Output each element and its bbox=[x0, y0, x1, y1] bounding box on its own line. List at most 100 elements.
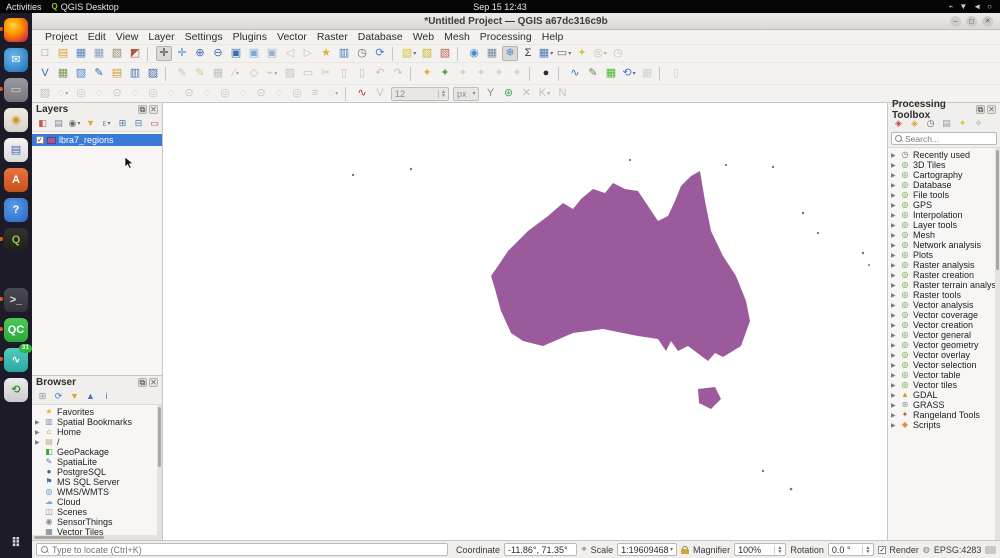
spinner-steppers[interactable]: ▲▼ bbox=[774, 546, 782, 554]
expand-arrow-icon[interactable]: ▶ bbox=[891, 162, 897, 169]
enable-advanced-digitizing[interactable]: ◌ bbox=[55, 86, 71, 101]
browser-item-wms[interactable]: ▶ ◎ WMS/WMTS bbox=[32, 487, 162, 497]
proc-vector-selection[interactable]: ▶ ◎ Vector selection bbox=[888, 360, 1000, 370]
float-panel-button[interactable]: ⧉ bbox=[138, 105, 147, 114]
rectangle-3points[interactable]: ◎ bbox=[217, 86, 233, 101]
expand-arrow-icon[interactable]: ▶ bbox=[891, 152, 897, 159]
focused-app-menu[interactable]: Q QGIS Desktop bbox=[52, 2, 119, 12]
expand-arrow-icon[interactable]: ▶ bbox=[891, 172, 897, 179]
clear-tool[interactable]: ✕ bbox=[518, 86, 534, 101]
processing-vertical-scrollbar[interactable] bbox=[995, 148, 1000, 540]
proc-plots[interactable]: ▶ ◎ Plots bbox=[888, 250, 1000, 260]
system-status-area[interactable]: ⌁▼◄○ bbox=[948, 2, 1000, 11]
scripts-tool[interactable]: ◈ bbox=[908, 118, 921, 130]
new-shapefile-layer[interactable]: ▨ bbox=[145, 66, 161, 81]
parallel-constraint[interactable]: ◌ bbox=[91, 86, 107, 101]
copy-features[interactable]: ▯ bbox=[336, 66, 352, 81]
proc-cartography[interactable]: ▶ ◎ Cartography bbox=[888, 170, 1000, 180]
refresh-browser[interactable]: ⟳ bbox=[52, 391, 65, 403]
add-selected-layers[interactable]: ⊞ bbox=[36, 391, 49, 403]
search-input[interactable] bbox=[905, 134, 985, 144]
layer-visibility-checkbox[interactable]: ✓ bbox=[36, 136, 44, 144]
current-edits[interactable]: ✎ bbox=[174, 66, 190, 81]
manage-map-themes[interactable]: ◉ bbox=[68, 118, 81, 130]
menu-item[interactable]: Plugins bbox=[228, 31, 272, 43]
firefox-launcher[interactable] bbox=[4, 18, 28, 42]
expand-arrow-icon[interactable]: ▶ bbox=[891, 282, 897, 289]
browser-item-home[interactable]: ▶ ⌂ Home bbox=[32, 427, 162, 437]
power-icon[interactable]: ○ bbox=[987, 2, 992, 11]
expand-arrow-icon[interactable]: ▶ bbox=[891, 202, 897, 209]
attribute-table-views[interactable]: ▦ bbox=[538, 46, 554, 61]
menu-item[interactable]: Processing bbox=[475, 31, 537, 43]
expand-arrow-icon[interactable]: ▶ bbox=[35, 439, 41, 446]
minimize-button[interactable]: – bbox=[950, 16, 961, 27]
menu-item[interactable]: Layer bbox=[143, 31, 179, 43]
zoom-last[interactable]: ◁ bbox=[282, 46, 298, 61]
scale-combo[interactable]: 1:19609468 ▾ bbox=[617, 543, 677, 556]
paste-features[interactable]: ▯ bbox=[354, 66, 370, 81]
browser-item-geopackage[interactable]: ▶ ◧ GeoPackage bbox=[32, 447, 162, 457]
zoom-out[interactable]: ⊖ bbox=[210, 46, 226, 61]
expand-arrow-icon[interactable]: ▶ bbox=[891, 402, 897, 409]
map-canvas[interactable] bbox=[163, 103, 887, 540]
menu-item[interactable]: Raster bbox=[312, 31, 353, 43]
expand-arrow-icon[interactable]: ▶ bbox=[891, 302, 897, 309]
close-panel-button[interactable]: ✕ bbox=[149, 378, 158, 387]
proc-vector-creation[interactable]: ▶ ◎ Vector creation bbox=[888, 320, 1000, 330]
text-format-tool[interactable]: V bbox=[372, 86, 388, 101]
show-editor[interactable]: ✎ bbox=[585, 66, 601, 81]
thunderbird-launcher[interactable]: ✉ bbox=[4, 48, 28, 72]
layer-labeling[interactable]: ✦ bbox=[419, 66, 435, 81]
menu-item[interactable]: Settings bbox=[180, 31, 228, 43]
regular-polygon[interactable]: ◌ bbox=[235, 86, 251, 101]
expand-arrow-icon[interactable]: ▶ bbox=[891, 252, 897, 259]
volume-icon[interactable]: ◄ bbox=[973, 2, 981, 11]
app-center-launcher[interactable]: A bbox=[4, 168, 28, 192]
messages-icon[interactable] bbox=[985, 546, 996, 554]
add-polygon-feature[interactable]: ◇ bbox=[246, 66, 262, 81]
collapse-all-browser[interactable]: ▲ bbox=[84, 391, 97, 403]
processing-search-box[interactable] bbox=[891, 132, 997, 145]
close-button[interactable]: ✕ bbox=[982, 16, 993, 27]
font-size-spinner[interactable]: 12 ▲▼ bbox=[391, 87, 449, 101]
qc-launcher[interactable]: QC bbox=[4, 318, 28, 342]
browser-item-spatialite[interactable]: ▶ ✎ SpatiaLite bbox=[32, 457, 162, 467]
menu-item[interactable]: Help bbox=[537, 31, 569, 43]
add-vector-layer[interactable]: V bbox=[37, 66, 53, 81]
files-launcher[interactable]: ▭ bbox=[4, 78, 28, 102]
proc-vector-coverage[interactable]: ▶ ◎ Vector coverage bbox=[888, 310, 1000, 320]
wifi-icon[interactable]: ▼ bbox=[959, 2, 967, 11]
proc-file-tools[interactable]: ▶ ◎ File tools bbox=[888, 190, 1000, 200]
layer-diagram[interactable]: ✦ bbox=[437, 66, 453, 81]
arc-tool[interactable]: ≡ bbox=[307, 86, 323, 101]
browser-item-cloud[interactable]: ▶ ☁ Cloud bbox=[32, 497, 162, 507]
plugin-tool-disabled-2[interactable]: ▯ bbox=[668, 66, 684, 81]
proc-vector-tiles[interactable]: ▶ ◎ Vector tiles bbox=[888, 380, 1000, 390]
add-database-layer[interactable]: ▤ bbox=[109, 66, 125, 81]
close-panel-button[interactable]: ✕ bbox=[987, 105, 996, 114]
show-spatial-bookmarks[interactable]: ▥ bbox=[336, 46, 352, 61]
proc-raster-creation[interactable]: ▶ ◎ Raster creation bbox=[888, 270, 1000, 280]
expand-arrow-icon[interactable]: ▶ bbox=[891, 262, 897, 269]
expand-arrow-icon[interactable]: ▶ bbox=[891, 362, 897, 369]
menu-item[interactable]: View bbox=[111, 31, 144, 43]
proc-vector-table[interactable]: ▶ ◎ Vector table bbox=[888, 370, 1000, 380]
proc-network-analysis[interactable]: ▶ ◎ Network analysis bbox=[888, 240, 1000, 250]
vertex-tool[interactable]: ⌁ bbox=[264, 66, 280, 81]
zoom-next[interactable]: ▷ bbox=[300, 46, 316, 61]
add-raster-layer[interactable]: ▦ bbox=[55, 66, 71, 81]
proc-layer-tools[interactable]: ▶ ◎ Layer tools bbox=[888, 220, 1000, 230]
trace-tool[interactable]: K bbox=[536, 86, 552, 101]
expand-arrow-icon[interactable]: ▶ bbox=[891, 372, 897, 379]
render-checkbox[interactable]: ✓ Render bbox=[878, 545, 919, 555]
zoom-to-selection[interactable]: ▣ bbox=[246, 46, 262, 61]
pin-labels[interactable]: ✦ bbox=[455, 66, 471, 81]
expand-arrow-icon[interactable]: ▶ bbox=[891, 212, 897, 219]
expand-arrow-icon[interactable]: ▶ bbox=[891, 412, 897, 419]
zoom-in[interactable]: ⊕ bbox=[192, 46, 208, 61]
expand-arrow-icon[interactable]: ▶ bbox=[891, 352, 897, 359]
expand-arrow-icon[interactable]: ▶ bbox=[891, 192, 897, 199]
browser-horizontal-scrollbar[interactable] bbox=[32, 535, 157, 540]
browser-item-sensorthings[interactable]: ▶ ◉ SensorThings bbox=[32, 517, 162, 527]
